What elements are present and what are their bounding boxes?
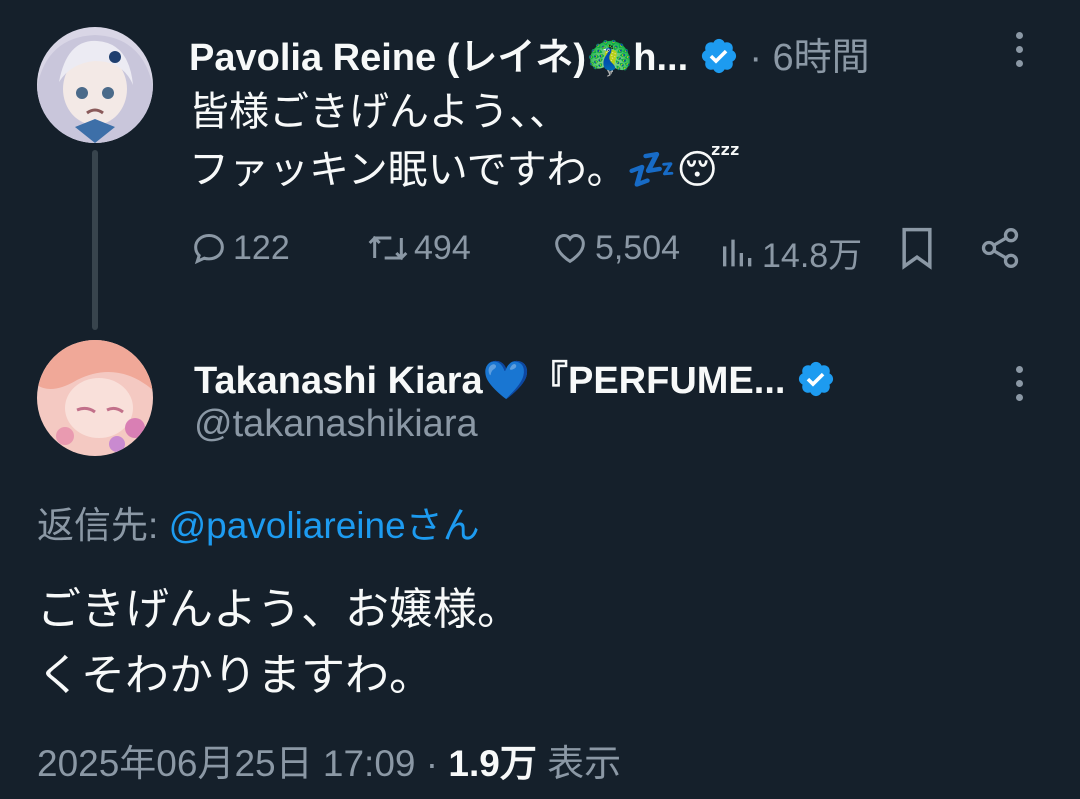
bookmark-icon	[902, 227, 932, 270]
views-label: 表示	[547, 743, 622, 784]
like-count: 5,504	[595, 228, 681, 267]
verified-badge-icon	[798, 361, 834, 397]
views-button[interactable]: 14.8万	[718, 228, 862, 277]
retweet-button[interactable]: 494	[366, 228, 471, 268]
tweet-datetime[interactable]: 2025年06月25日 17:09	[37, 743, 416, 784]
author-handle[interactable]: @takanashikiara	[194, 403, 478, 446]
bookmark-button[interactable]	[898, 226, 936, 275]
author-name-parent[interactable]: Pavolia Reine (レイネ)🦚h... · 6時間	[189, 26, 870, 81]
reply-button[interactable]: 122	[189, 228, 290, 268]
like-icon	[555, 233, 585, 264]
reply-tweet-text: ごきげんよう、お嬢様。 くそわかりますわ。	[37, 580, 521, 706]
thread-line	[92, 150, 98, 330]
retweet-icon	[368, 235, 408, 261]
author-name-text[interactable]: Takanashi Kiara💙『PERFUME...	[194, 360, 785, 402]
like-button[interactable]: 5,504	[549, 228, 680, 268]
more-icon[interactable]	[1014, 32, 1024, 67]
tweet-text-line: ファッキン眠いですわ。💤😴	[189, 148, 741, 192]
reply-to-prefix: 返信先:	[37, 505, 159, 546]
author-name-text[interactable]: Pavolia Reine (レイネ)🦚h...	[189, 37, 688, 79]
share-icon	[981, 228, 1019, 268]
dot-separator: ·	[749, 37, 762, 79]
views-count: 14.8万	[762, 237, 863, 275]
reply-to-line: 返信先: @pavoliareineさん	[37, 495, 480, 549]
reply-count: 122	[233, 228, 290, 267]
dot-separator: ·	[425, 743, 439, 784]
avatar-takanashi-kiara[interactable]	[37, 340, 153, 456]
verified-badge-icon	[701, 38, 736, 74]
retweet-count: 494	[414, 228, 471, 267]
views-count: 1.9万	[448, 743, 537, 784]
reply-icon	[194, 233, 224, 265]
reply-to-handle[interactable]: @pavoliareineさん	[169, 505, 480, 546]
parent-tweet-text: 皆様ごきげんよう、、 ファッキン眠いですわ。💤😴	[189, 87, 741, 195]
avatar-pavolia-reine[interactable]	[37, 27, 153, 143]
tweet-meta: 2025年06月25日 17:09 · 1.9万 表示	[37, 733, 621, 787]
tweet-text-line: くそわかりますわ。	[37, 651, 433, 700]
tweet-time[interactable]: 6時間	[773, 37, 870, 79]
tweet-text-line: ごきげんよう、お嬢様。	[37, 585, 521, 634]
more-icon[interactable]	[1014, 366, 1024, 401]
author-name-reply[interactable]: Takanashi Kiara💙『PERFUME...	[194, 349, 836, 404]
tweet-text-line: 皆様ごきげんよう、、	[189, 90, 569, 134]
views-icon	[723, 239, 752, 266]
share-button[interactable]	[978, 226, 1022, 275]
